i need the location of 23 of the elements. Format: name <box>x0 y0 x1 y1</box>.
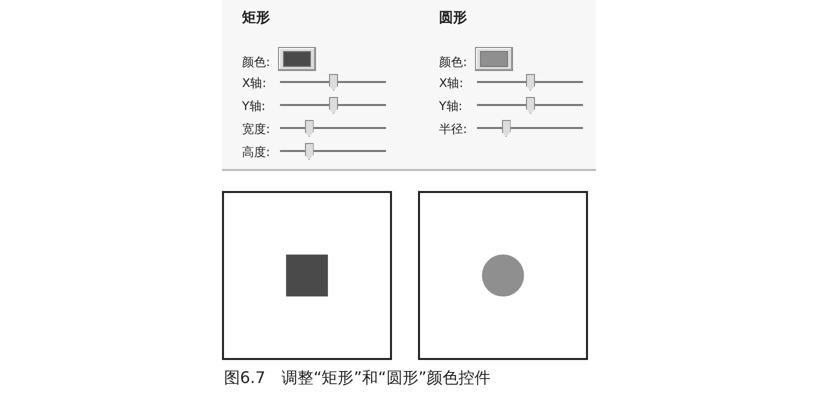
panel-title: 矩形 <box>242 9 270 28</box>
slider-thumb[interactable] <box>526 97 535 114</box>
slider-thumb[interactable] <box>304 143 314 160</box>
slider-label: 高度: <box>242 144 272 160</box>
slider-thumb[interactable] <box>329 74 338 91</box>
color-swatch-button[interactable] <box>278 47 316 71</box>
slider-label: Y轴: <box>439 98 464 114</box>
square-shape <box>286 254 328 296</box>
slider-label: X轴: <box>242 74 268 92</box>
slider-label: Y轴: <box>242 98 266 114</box>
slider-label: X轴: <box>439 74 464 92</box>
color-swatch-button[interactable] <box>475 47 513 71</box>
panel-title: 圆形 <box>439 9 467 28</box>
slider-label: 宽度: <box>242 120 272 138</box>
figure-caption: 图6.7 调整“矩形”和“圆形”颜色控件 <box>224 367 491 389</box>
slider-thumb[interactable] <box>502 120 511 137</box>
slider-label: 半径: <box>439 120 468 138</box>
color-label: 颜色: <box>242 54 272 71</box>
slider-thumb[interactable] <box>329 97 338 114</box>
color-label: 颜色: <box>439 54 468 71</box>
slider-thumb[interactable] <box>304 120 314 137</box>
slider-thumb[interactable] <box>526 74 535 91</box>
circle-shape <box>482 254 524 297</box>
